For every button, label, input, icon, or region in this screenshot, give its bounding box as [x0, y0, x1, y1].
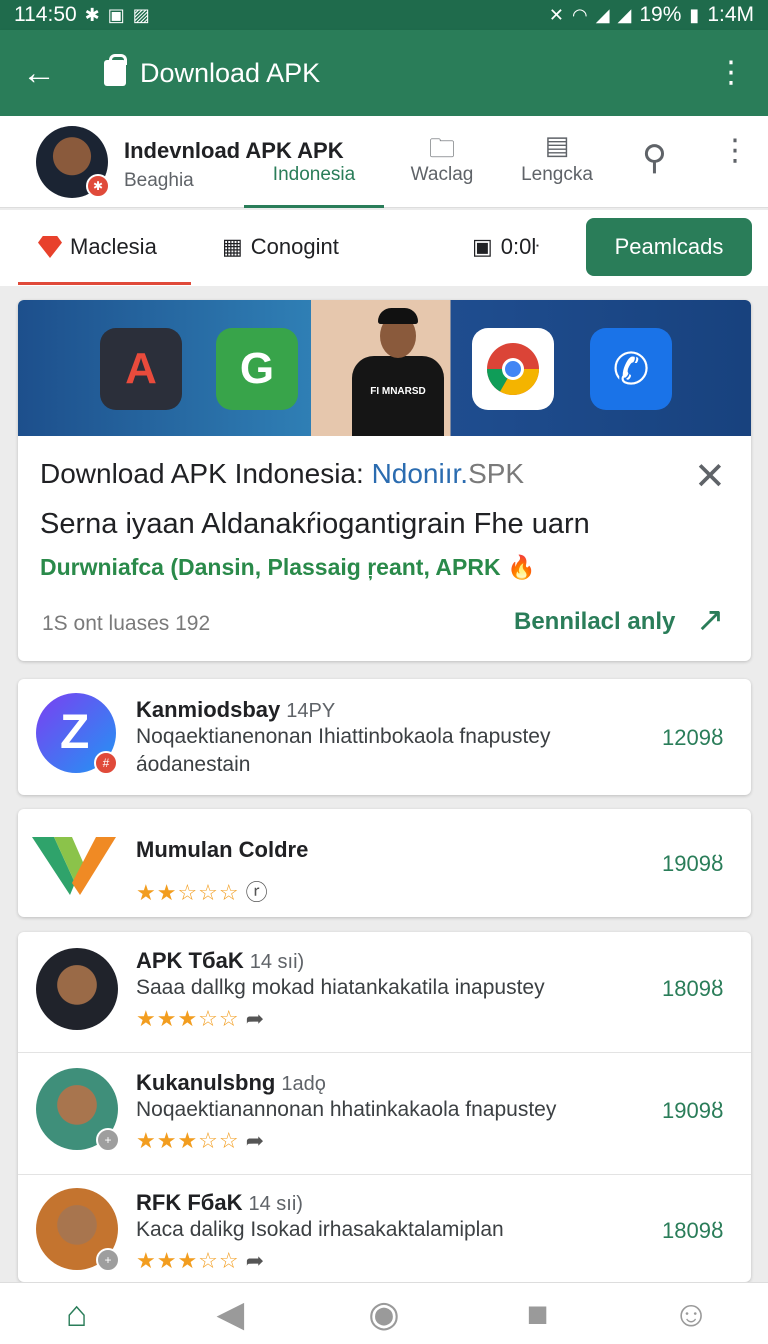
- image-icon: ▣: [107, 4, 125, 25]
- avatar: +: [36, 1068, 120, 1152]
- featured-tagline: Durwniafca (Dansin, Plassaig ŗeant, APRK…: [40, 554, 536, 580]
- battery-icon: ▮: [689, 4, 700, 25]
- overflow-menu-icon[interactable]: ⋮: [716, 58, 746, 88]
- filter-label: Conogint: [250, 234, 339, 259]
- status-time-right: 1:4M: [707, 3, 754, 26]
- rating-stars: ★★★☆☆ ➦: [136, 1006, 266, 1031]
- featured-meta: 1S ont luases 192: [42, 612, 211, 635]
- calculator-icon: ▦: [222, 234, 243, 259]
- share-arrow-icon[interactable]: ↗: [696, 600, 725, 640]
- featured-banner: A G FI MNARSD ✆: [18, 300, 751, 436]
- featured-person: FI MNARSD: [348, 308, 448, 436]
- filter-action-button[interactable]: Peamlcads: [586, 218, 752, 276]
- divider: [18, 1052, 751, 1053]
- rating-stars: ★★★☆☆ ➦: [136, 1248, 266, 1273]
- app-percent: 1809ȣ: [662, 976, 724, 1001]
- app-g-icon: G: [216, 328, 298, 410]
- tab-indonesia[interactable]: Indonesia: [244, 116, 384, 208]
- profile-subtitle: Beaghia: [124, 170, 194, 191]
- cell-signal-2-icon: ◢: [617, 4, 632, 25]
- briefcase-icon: 🗀: [428, 133, 455, 163]
- app-icon: Z #: [36, 693, 118, 775]
- filter-bar: Maclesia ▦ Conogint ▣ 0:0ŀ Peamlcads: [0, 210, 768, 286]
- terminal-icon: ▨: [132, 4, 150, 25]
- info-icon: ⓡ: [245, 880, 269, 905]
- filter-label: 0:0ŀ: [500, 234, 539, 259]
- badge-icon: #: [94, 751, 118, 775]
- back-arrow-icon[interactable]: ←: [22, 54, 72, 93]
- share-icon[interactable]: ➦: [246, 1006, 265, 1031]
- tab-label: Lengcka: [521, 164, 593, 185]
- close-icon[interactable]: ✕: [694, 458, 726, 496]
- app-name: Kanmiodsbay 14PY: [136, 697, 336, 722]
- shopping-bag-icon: [104, 54, 127, 86]
- signal-off-icon: ✕: [548, 4, 564, 25]
- avatar: +: [36, 1188, 120, 1272]
- app-name: APK TбaK 14 sıi): [136, 948, 305, 973]
- status-bar: 114:50 ✱ ▣ ▨ ✕ ◠ ◢ ◢ 19% ▮ 1:4M: [0, 0, 768, 30]
- tab-label: Waclag: [410, 164, 474, 185]
- app-description: Kaca dalikg Isokad irhasakaktalamiplan: [136, 1218, 504, 1241]
- app-percent: 1809ȣ: [662, 1218, 724, 1243]
- phone-icon: ✆: [590, 328, 672, 410]
- featured-action-link[interactable]: Bennilacl anly: [514, 608, 675, 636]
- avatar[interactable]: ✱: [36, 126, 110, 198]
- app-description: Noqaektianenonan Ihiattinbokaola fnapust…: [136, 725, 551, 748]
- app-percent: 1909ȣ: [662, 1098, 724, 1123]
- fire-icon: 🔥: [506, 554, 536, 580]
- app-percent: 1909ȣ: [662, 851, 724, 876]
- tab-label: Indonesia: [272, 164, 356, 185]
- list-item[interactable]: Mumulan Coldre ★★☆☆☆ ⓡ 1909ȣ: [18, 809, 751, 917]
- badge-icon: +: [96, 1248, 120, 1272]
- share-icon[interactable]: ➦: [246, 1128, 265, 1153]
- status-time-left: 114:50: [14, 3, 77, 26]
- share-icon[interactable]: ➦: [246, 1248, 265, 1273]
- profile-icon[interactable]: ☺: [661, 1292, 721, 1336]
- tab-lengcka[interactable]: ▤ Lengcka: [512, 116, 602, 208]
- featured-subtitle: Serna iyaan Aldanakŕiogantigrain Fhe uar…: [40, 508, 590, 540]
- rating-stars: ★★★☆☆ ➦: [136, 1128, 266, 1153]
- app-name: Kukanulsbng 1adǫ: [136, 1070, 326, 1095]
- square-icon[interactable]: ■: [508, 1292, 568, 1336]
- cell-signal-icon: ◢: [595, 4, 610, 25]
- battery-percent: 19%: [639, 3, 682, 26]
- app-percent: 1209ȣ: [662, 725, 724, 750]
- notification-icon: ✱: [84, 4, 100, 25]
- avatar: [36, 948, 118, 1030]
- badge-icon: ✱: [86, 174, 110, 198]
- app-description: Noqaektianannonan hhatinkakaola fnapuste…: [136, 1098, 557, 1121]
- app-description: Saaa dallkg mokad hiatankakatila inapust…: [136, 976, 545, 999]
- app-name: RFK FбaK 14 sıi): [136, 1190, 303, 1215]
- bottom-navigation: ⌂ ◀ ◉ ■ ☺: [0, 1282, 768, 1344]
- filter-maclesia[interactable]: Maclesia: [38, 234, 157, 260]
- home-icon[interactable]: ⌂: [47, 1292, 107, 1336]
- active-filter-indicator: [18, 282, 191, 285]
- search-icon[interactable]: ⚲: [642, 138, 667, 178]
- app-bar: ← Download APK ⋮: [0, 30, 768, 116]
- badge-icon: +: [96, 1128, 120, 1152]
- filter-conogint[interactable]: ▦ Conogint: [222, 234, 339, 260]
- circle-icon[interactable]: ◉: [354, 1292, 414, 1336]
- app-a-icon: A: [100, 328, 182, 410]
- app-description-2: áodanestain: [136, 753, 251, 776]
- featured-title: Download APK Indonesia: Ndoniır.SPK: [40, 458, 525, 489]
- calendar-icon: ▣: [472, 234, 493, 259]
- divider: [18, 1174, 751, 1175]
- megaphone-icon[interactable]: ◀: [200, 1292, 260, 1336]
- featured-card[interactable]: A G FI MNARSD ✆ Download APK Indonesia: …: [18, 300, 751, 661]
- app-bar-title: Download APK: [140, 57, 321, 88]
- app-icon: [32, 833, 118, 897]
- list-item[interactable]: Z # Kanmiodsbay 14PY Noqaektianenonan Ihi…: [18, 679, 751, 795]
- wifi-icon: ◠: [571, 4, 588, 25]
- app-name: Mumulan Coldre: [136, 837, 309, 862]
- diamond-icon: [38, 236, 62, 258]
- filter-time[interactable]: ▣ 0:0ŀ: [472, 234, 539, 260]
- more-vert-icon[interactable]: ⋮: [720, 136, 750, 166]
- rating-stars: ★★☆☆☆ ⓡ: [136, 880, 269, 905]
- grid-icon: ▤: [544, 130, 570, 160]
- tab-waclag[interactable]: 🗀 Waclag: [398, 116, 486, 208]
- chrome-icon: [472, 328, 554, 410]
- filter-label: Maclesia: [70, 234, 157, 259]
